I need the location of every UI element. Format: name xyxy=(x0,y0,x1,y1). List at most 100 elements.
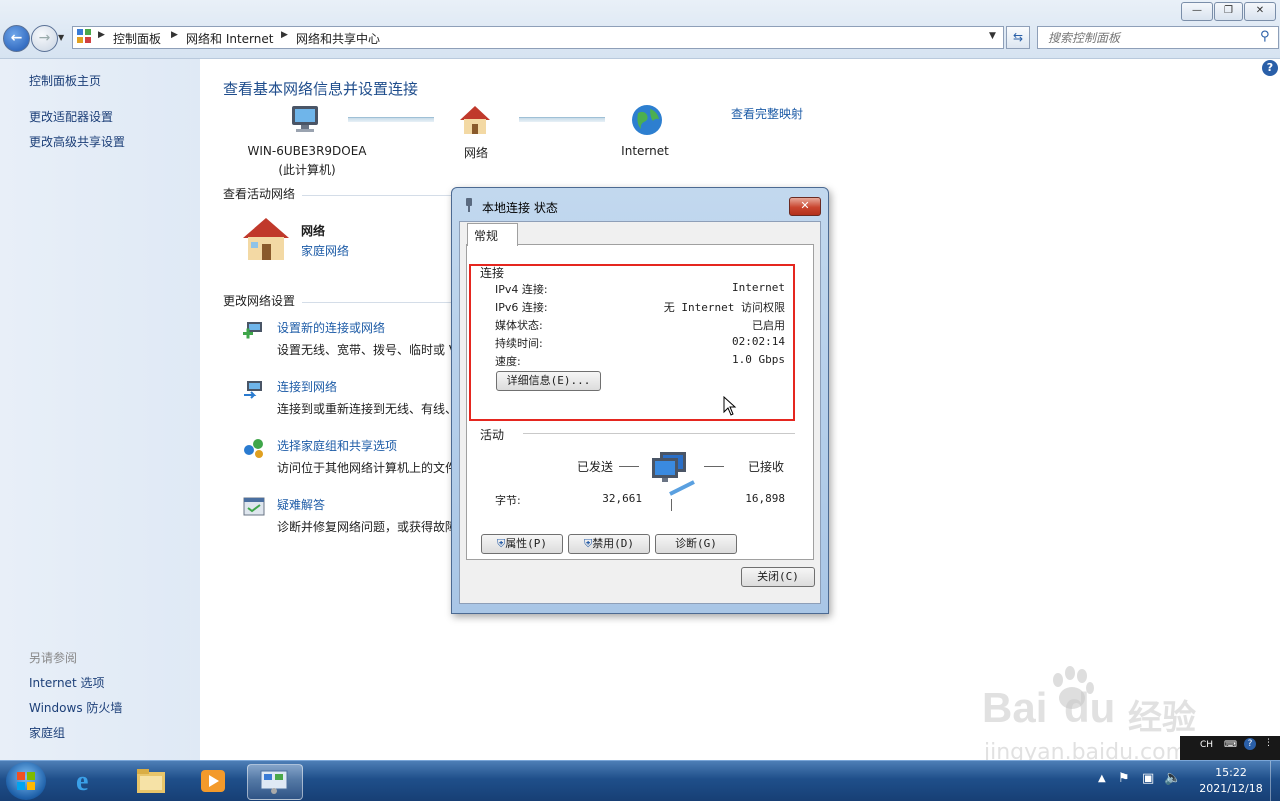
close-button[interactable]: 关闭(C) xyxy=(741,567,815,587)
activity-heading: 活动 xyxy=(480,428,505,442)
computer-name: WIN-6UBE3R9DOEA xyxy=(247,144,367,158)
taskbar-control-panel-button[interactable] xyxy=(247,764,303,800)
divider xyxy=(671,499,672,511)
help-icon[interactable]: ? xyxy=(1262,60,1278,76)
breadcrumb-item[interactable]: 网络和共享中心 xyxy=(296,30,380,47)
globe-icon xyxy=(630,103,664,140)
troubleshoot-icon xyxy=(242,495,266,522)
address-toolbar: — ❐ ✕ ← → ▼ ▶ 控制面板 ▶ 网络和 Internet ▶ 网络和共… xyxy=(0,0,1280,59)
watermark-brand: du xyxy=(1064,684,1116,731)
tab-label: 常规 xyxy=(474,229,499,243)
help-icon[interactable]: ? xyxy=(1244,738,1256,750)
active-network-name: 网络 xyxy=(301,224,326,238)
sidebar-link-sharing[interactable]: 更改高级共享设置 xyxy=(29,133,125,150)
divider xyxy=(619,466,639,467)
task-desc: 访问位于其他网络计算机上的文件 xyxy=(277,461,458,475)
sidebar-link-firewall[interactable]: Windows 防火墙 xyxy=(29,699,122,716)
task-desc: 设置无线、宽带、拨号、临时或 V xyxy=(277,343,458,357)
task-link-new-connection[interactable]: 设置新的连接或网络 xyxy=(277,319,385,336)
active-network-type-link[interactable]: 家庭网络 xyxy=(301,242,349,259)
active-network-heading: 查看活动网络 xyxy=(223,187,296,201)
show-desktop-button[interactable] xyxy=(1270,761,1280,801)
sidebar-link-home[interactable]: 控制面板主页 xyxy=(29,72,101,89)
computer-sub: (此计算机) xyxy=(278,163,336,177)
clock-time: 15:22 xyxy=(1215,766,1247,779)
page-title: 查看基本网络信息并设置连接 xyxy=(223,80,419,98)
arrow-left-icon: ← xyxy=(10,30,23,46)
bytes-sent-value: 32,661 xyxy=(602,492,642,505)
button-label: 禁用(D) xyxy=(592,537,635,550)
left-pane: 控制面板主页 更改适配器设置 更改高级共享设置 另请参阅 Internet 选项… xyxy=(0,59,200,760)
task-link-homegroup[interactable]: 选择家庭组和共享选项 xyxy=(277,437,397,454)
clock[interactable]: 15:22 2021/12/18 xyxy=(1196,765,1266,797)
history-dropdown-icon[interactable]: ▼ xyxy=(58,33,64,42)
restore-button[interactable]: ❐ xyxy=(1214,2,1243,21)
dialog-title: 本地连接 状态 xyxy=(482,201,558,215)
action-center-flag-icon[interactable]: ⚑ xyxy=(1118,771,1130,786)
taskbar-media-player-button[interactable] xyxy=(186,764,240,798)
sidebar-link-internet-options[interactable]: Internet 选项 xyxy=(29,674,104,691)
see-also-heading: 另请参阅 xyxy=(29,651,78,665)
keyboard-icon[interactable]: ⌨ xyxy=(1224,740,1237,750)
divider xyxy=(523,433,795,434)
clock-date: 2021/12/18 xyxy=(1199,782,1263,795)
minimize-button[interactable]: — xyxy=(1181,2,1213,21)
volume-icon[interactable]: 🔈 xyxy=(1164,770,1181,786)
button-label: 属性(P) xyxy=(505,537,548,550)
diagnose-button[interactable]: 诊断(G) xyxy=(655,534,737,554)
bytes-received-value: 16,898 xyxy=(745,492,785,505)
forward-button[interactable]: → xyxy=(31,25,58,52)
see-full-map-link[interactable]: 查看完整映射 xyxy=(731,105,803,122)
homegroup-icon xyxy=(242,436,266,463)
window-close-button[interactable]: ✕ xyxy=(1244,2,1276,21)
close-icon: ✕ xyxy=(800,199,810,212)
tab-general[interactable]: 常规 xyxy=(467,223,518,246)
cursor-icon xyxy=(723,395,737,419)
ime-bar: CH ⌨ ? ⋮ xyxy=(1180,736,1280,760)
watermark-brand: Bai xyxy=(982,684,1048,731)
taskbar-explorer-button[interactable] xyxy=(124,764,178,798)
start-button[interactable] xyxy=(6,762,46,800)
sidebar-link-homegroup[interactable]: 家庭组 xyxy=(29,724,65,741)
search-input[interactable] xyxy=(1046,30,1250,46)
tray-expand-icon[interactable]: ▲ xyxy=(1098,773,1106,784)
internet-label: Internet xyxy=(621,144,669,158)
shield-icon: ⛨ xyxy=(583,537,593,550)
task-link-troubleshoot[interactable]: 疑难解答 xyxy=(277,496,325,513)
highlight-box xyxy=(469,264,795,421)
back-button[interactable]: ← xyxy=(3,25,30,52)
task-link-connect[interactable]: 连接到网络 xyxy=(277,378,337,395)
refresh-icon: ⇆ xyxy=(1012,30,1024,44)
sidebar-link-adapter[interactable]: 更改适配器设置 xyxy=(29,108,113,125)
breadcrumb-item[interactable]: 控制面板 xyxy=(113,30,161,47)
address-dropdown-icon[interactable]: ▼ xyxy=(989,31,996,41)
disable-button[interactable]: ⛨禁用(D) xyxy=(568,534,650,554)
refresh-button[interactable]: ⇆ xyxy=(1006,26,1030,49)
home-network-icon xyxy=(241,216,291,265)
task-desc: 连接到或重新连接到无线、有线、 xyxy=(277,402,458,416)
connect-network-icon xyxy=(242,377,266,404)
watermark-cn: 经验 xyxy=(1128,698,1196,738)
ime-options-icon[interactable]: ⋮ xyxy=(1264,738,1273,748)
change-settings-heading: 更改网络设置 xyxy=(223,294,296,308)
shield-icon: ⛨ xyxy=(496,537,506,550)
dialog-close-button[interactable]: ✕ xyxy=(789,197,821,216)
breadcrumb-separator-icon: ▶ xyxy=(98,30,105,40)
connection-line xyxy=(519,117,605,122)
windows-logo-icon xyxy=(17,772,35,790)
sent-label: 已发送 xyxy=(577,460,614,474)
search-icon[interactable]: ⚲ xyxy=(1260,29,1270,44)
taskbar-ie-button[interactable]: e xyxy=(62,764,116,798)
control-panel-icon xyxy=(76,28,92,47)
divider xyxy=(704,466,724,467)
address-bar[interactable]: ▶ 控制面板 ▶ 网络和 Internet ▶ 网络和共享中心 ▼ xyxy=(72,26,1004,49)
connection-line xyxy=(348,117,434,122)
properties-button[interactable]: ⛨属性(P) xyxy=(481,534,563,554)
breadcrumb-item[interactable]: 网络和 Internet xyxy=(186,30,273,47)
network-tray-icon[interactable]: ▣ xyxy=(1142,771,1154,786)
internet-explorer-icon: e xyxy=(76,766,89,797)
ime-language[interactable]: CH xyxy=(1200,740,1213,750)
arrow-right-icon: → xyxy=(38,30,51,46)
new-connection-icon xyxy=(242,318,266,345)
received-label: 已接收 xyxy=(748,460,785,474)
